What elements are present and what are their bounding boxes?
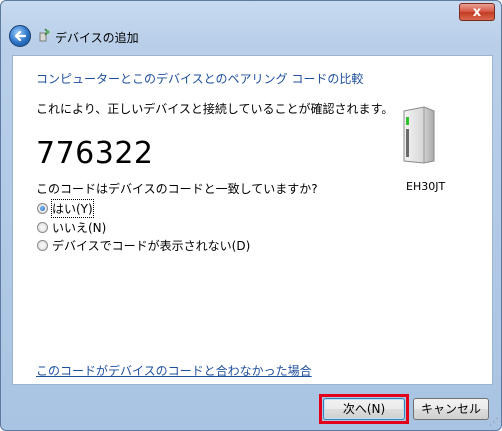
next-button-highlight	[319, 394, 409, 424]
wizard-content: コンピューターとこのデバイスとのペアリング コードの比較 これにより、正しいデバ…	[12, 55, 493, 385]
add-device-window: x デバイスの追加 コンピューターとこのデバイスとのペアリング コードの比較 こ…	[0, 0, 502, 431]
radio-no[interactable]	[37, 221, 48, 233]
window-title: デバイスの追加	[55, 31, 139, 45]
back-arrow-icon	[14, 30, 27, 42]
nav-row: デバイスの追加	[1, 23, 501, 51]
page-description: これにより、正しいデバイスと接続していることが確認されます。	[36, 102, 394, 116]
option-no[interactable]: いいえ(N)	[37, 219, 106, 235]
radio-not-shown[interactable]	[37, 239, 48, 251]
close-button[interactable]: x	[459, 3, 495, 21]
code-mismatch-link[interactable]: このコードがデバイスのコードと合わなかった場合	[36, 362, 312, 379]
match-question: このコードはデバイスのコードと一致していますか?	[36, 182, 318, 196]
device-drive-icon	[403, 106, 435, 164]
back-button[interactable]	[9, 25, 31, 47]
option-not-shown-label: デバイスでコードが表示されない(D)	[52, 238, 251, 253]
option-not-shown[interactable]: デバイスでコードが表示されない(D)	[37, 237, 250, 253]
option-yes[interactable]: はい(Y)	[37, 198, 94, 218]
radio-yes[interactable]	[37, 202, 48, 214]
cancel-button[interactable]: キャンセル	[413, 398, 489, 420]
option-yes-label: はい(Y)	[51, 198, 94, 218]
pairing-code: 776322	[36, 136, 154, 171]
page-heading: コンピューターとこのデバイスとのペアリング コードの比較	[36, 72, 364, 86]
device-name: EH30JT	[406, 180, 446, 193]
resize-grip[interactable]: ⋰	[489, 417, 499, 428]
option-no-label: いいえ(N)	[52, 220, 107, 235]
bluetooth-device-icon	[39, 28, 50, 42]
